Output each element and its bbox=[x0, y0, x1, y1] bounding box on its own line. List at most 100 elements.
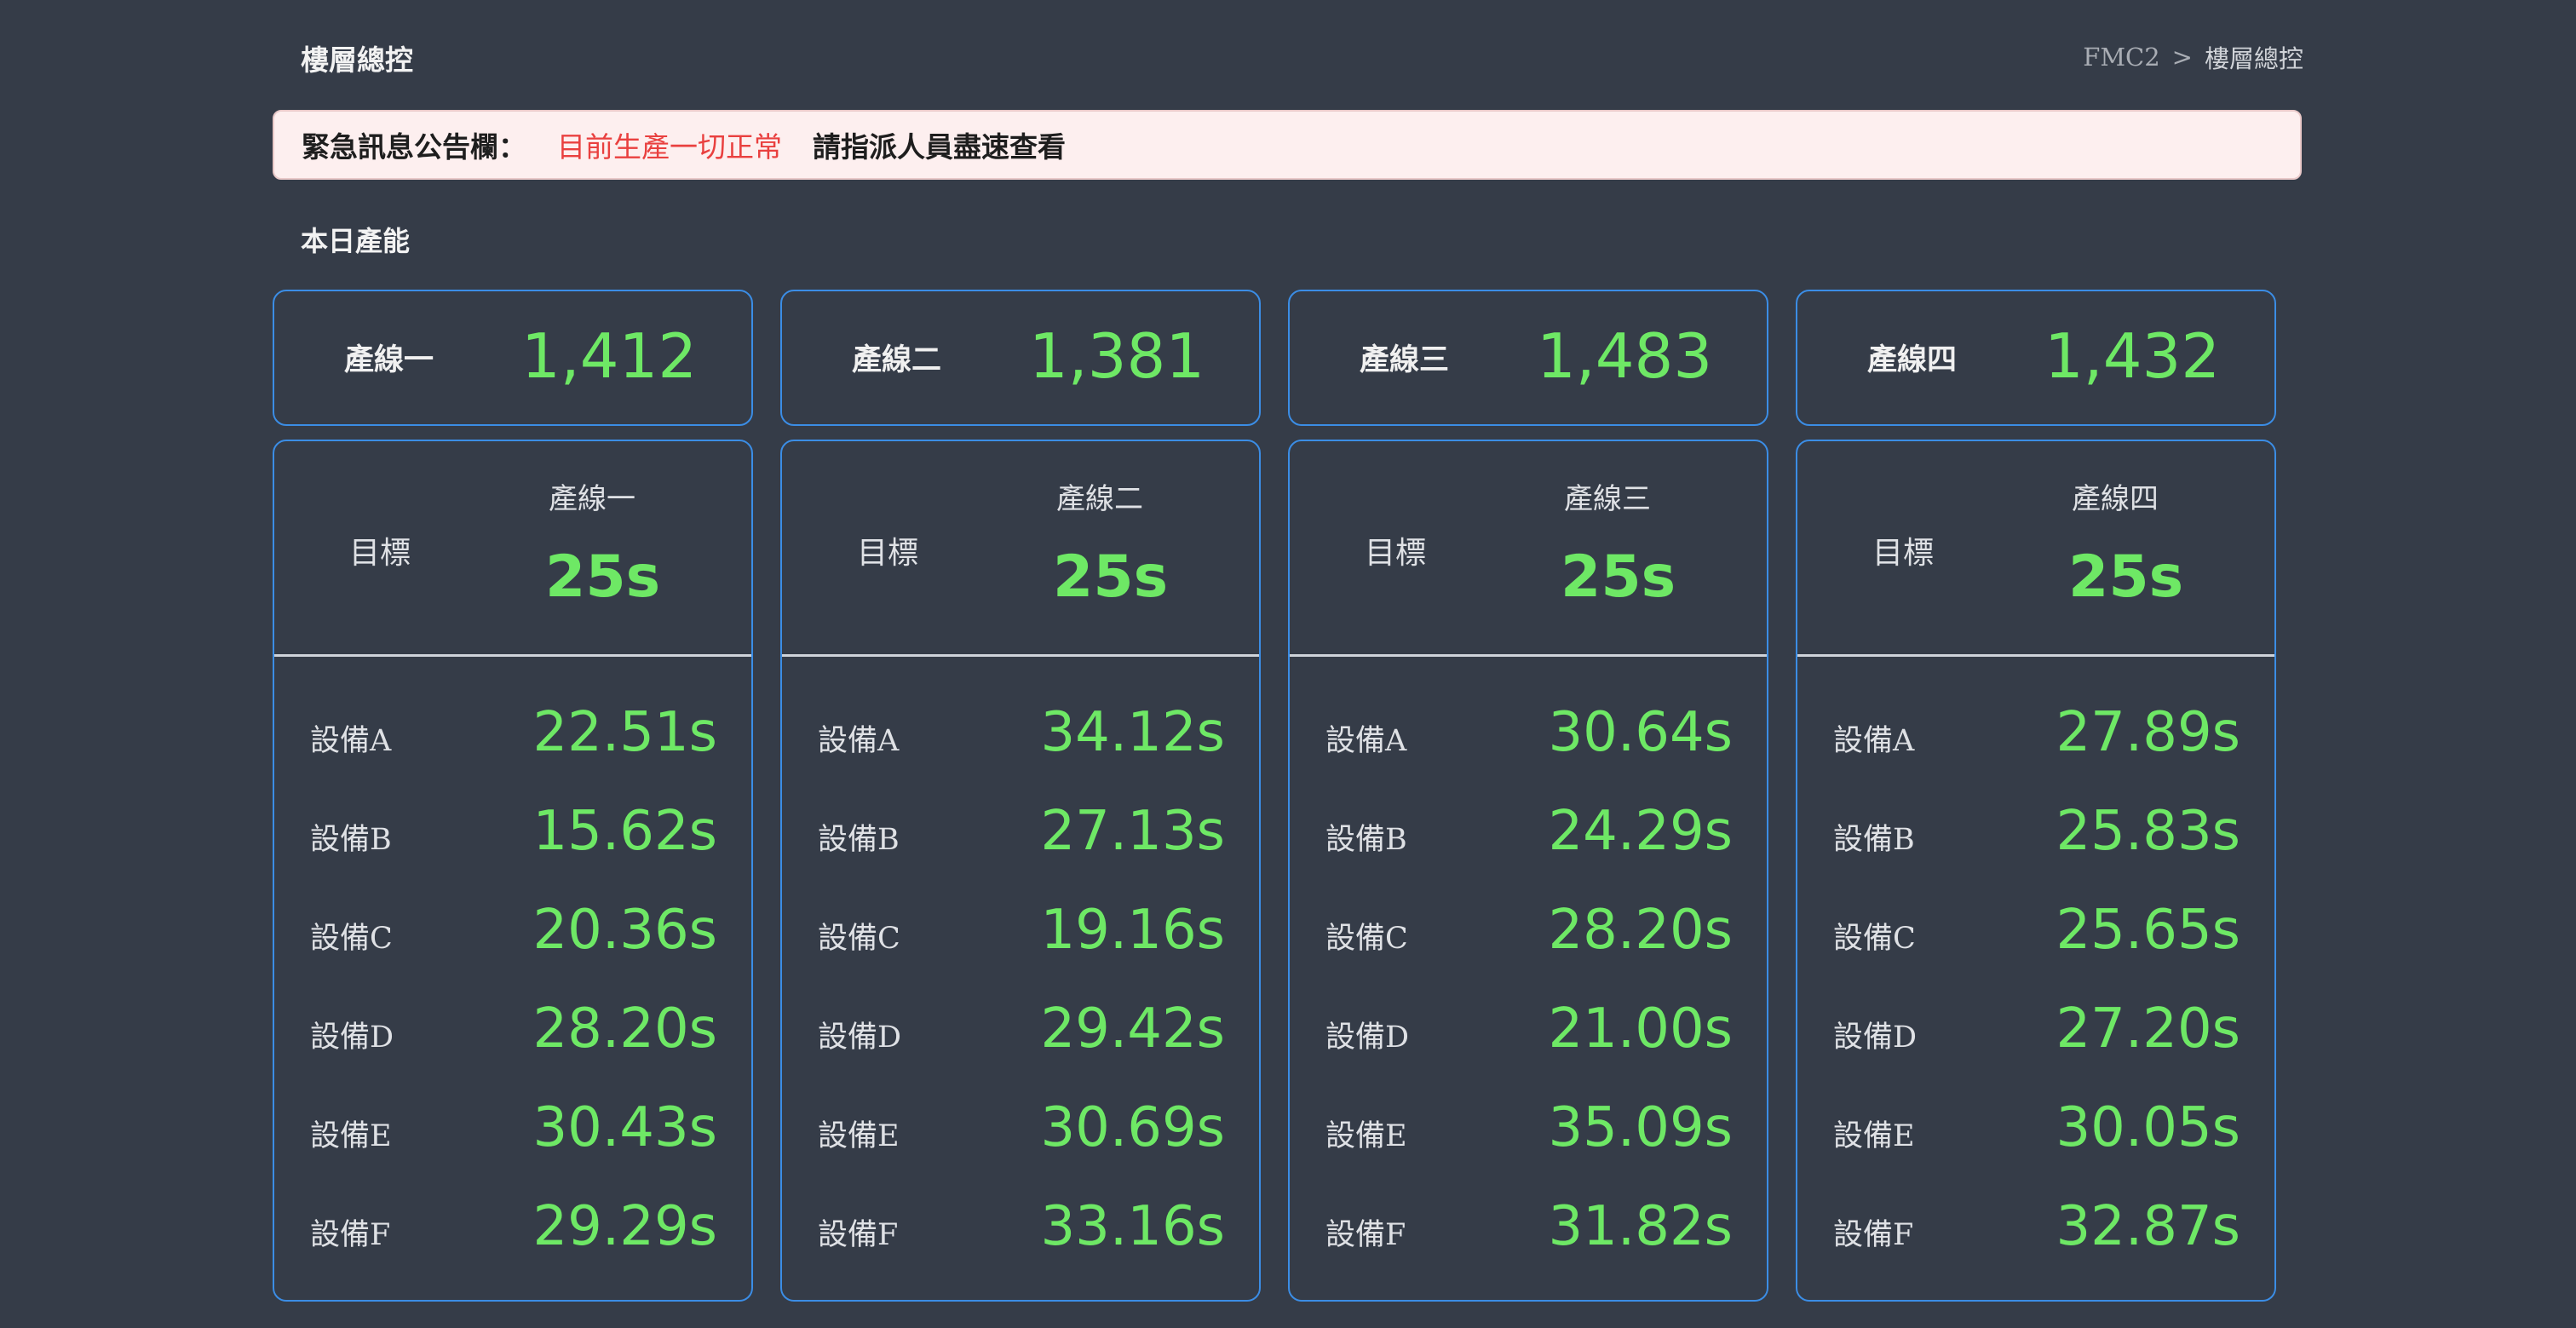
page-title: 樓層總控 bbox=[301, 43, 413, 77]
equipment-cycle-time: 27.13s bbox=[1040, 800, 1225, 863]
target-label: 目標 bbox=[857, 536, 919, 571]
production-count: 1,432 bbox=[2044, 320, 2221, 392]
breadcrumb-separator: > bbox=[2171, 43, 2193, 72]
equipment-name: 設備E bbox=[310, 1119, 392, 1153]
equipment-cycle-time: 15.62s bbox=[532, 800, 717, 863]
equipment-row-b: 設備B 15.62s bbox=[274, 785, 751, 883]
equipment-cycle-time: 31.82s bbox=[1548, 1195, 1733, 1258]
equipment-row-b: 設備B 25.83s bbox=[1797, 785, 2274, 883]
line-name: 產線一 bbox=[549, 482, 635, 516]
equipment-row-a: 設備A 27.89s bbox=[1797, 686, 2274, 785]
equipment-row-f: 設備F 32.87s bbox=[1797, 1180, 2274, 1279]
target-cycle-time: 25s bbox=[1561, 543, 1676, 611]
target-label: 目標 bbox=[1872, 536, 1935, 571]
production-count: 1,412 bbox=[521, 320, 698, 392]
target-cycle-time: 25s bbox=[2068, 543, 2184, 611]
production-card-line-1: 產線一 1,412 bbox=[273, 290, 753, 426]
announcement-bar: 緊急訊息公告欄： 目前生產一切正常 請指派人員盡速查看 bbox=[273, 110, 2302, 180]
line-name: 產線四 bbox=[2072, 482, 2159, 516]
target-label: 目標 bbox=[1365, 536, 1427, 571]
announcement-status: 目前生產一切正常 bbox=[557, 130, 782, 164]
line-detail-header: 目標 產線二 25s bbox=[782, 441, 1259, 657]
target-cycle-time: 25s bbox=[545, 543, 661, 611]
equipment-name: 設備B bbox=[1325, 823, 1407, 857]
production-line-name: 產線一 bbox=[344, 342, 434, 377]
equipment-cycle-time: 33.16s bbox=[1040, 1195, 1225, 1258]
equipment-cycle-time: 25.65s bbox=[2056, 899, 2240, 962]
equipment-row-a: 設備A 30.64s bbox=[1290, 686, 1767, 785]
breadcrumb-item-fmc2[interactable]: FMC2 bbox=[2083, 43, 2159, 72]
equipment-row-d: 設備D 21.00s bbox=[1290, 982, 1767, 1081]
equipment-row-c: 設備C 28.20s bbox=[1290, 883, 1767, 982]
production-card-line-2: 產線二 1,381 bbox=[780, 290, 1261, 426]
line-detail-header: 目標 產線三 25s bbox=[1290, 441, 1767, 657]
equipment-cycle-time: 30.43s bbox=[532, 1096, 717, 1159]
production-card-line-4: 產線四 1,432 bbox=[1796, 290, 2276, 426]
line-detail-card-2: 目標 產線二 25s 設備A 34.12s 設備B 27.13s 設備C 19.16s… bbox=[780, 440, 1261, 1302]
equipment-cycle-time: 28.20s bbox=[1548, 899, 1733, 962]
line-detail-card-3: 目標 產線三 25s 設備A 30.64s 設備B 24.29s 設備C 28.20s… bbox=[1288, 440, 1768, 1302]
production-count: 1,483 bbox=[1537, 320, 1713, 392]
floor-control-page: 樓層總控 FMC2 > 樓層總控 緊急訊息公告欄： 目前生產一切正常 請指派人員… bbox=[0, 0, 2576, 1328]
equipment-cycle-time: 21.00s bbox=[1548, 997, 1733, 1061]
equipment-name: 設備D bbox=[1325, 1020, 1410, 1055]
equipment-name: 設備E bbox=[818, 1119, 900, 1153]
equipment-row-d: 設備D 28.20s bbox=[274, 982, 751, 1081]
equipment-row-c: 設備C 25.65s bbox=[1797, 883, 2274, 982]
equipment-row-e: 設備E 30.69s bbox=[782, 1081, 1259, 1180]
equipment-row-e: 設備E 35.09s bbox=[1290, 1081, 1767, 1180]
equipment-name: 設備A bbox=[310, 724, 392, 758]
equipment-name: 設備F bbox=[310, 1218, 391, 1252]
equipment-name: 設備D bbox=[310, 1020, 394, 1055]
production-line-name: 產線二 bbox=[852, 342, 942, 377]
equipment-name: 設備A bbox=[1833, 724, 1915, 758]
equipment-name: 設備C bbox=[818, 922, 900, 956]
production-line-name: 產線四 bbox=[1867, 342, 1958, 377]
line-detail-header: 目標 產線四 25s bbox=[1797, 441, 2274, 657]
equipment-name: 設備B bbox=[1833, 823, 1915, 857]
equipment-name: 設備C bbox=[1833, 922, 1916, 956]
line-detail-card-1: 目標 產線一 25s 設備A 22.51s 設備B 15.62s 設備C 20.36s… bbox=[273, 440, 753, 1302]
equipment-name: 設備A bbox=[818, 724, 900, 758]
breadcrumb: FMC2 > 樓層總控 bbox=[2083, 39, 2303, 75]
equipment-cycle-time: 30.69s bbox=[1040, 1096, 1225, 1159]
equipment-list: 設備A 34.12s 設備B 27.13s 設備C 19.16s 設備D 29.42s … bbox=[782, 657, 1259, 1279]
target-label: 目標 bbox=[349, 536, 411, 571]
line-detail-header: 目標 產線一 25s bbox=[274, 441, 751, 657]
equipment-cycle-time: 24.29s bbox=[1548, 800, 1733, 863]
equipment-row-f: 設備F 29.29s bbox=[274, 1180, 751, 1279]
equipment-name: 設備B bbox=[310, 823, 392, 857]
equipment-cycle-time: 30.05s bbox=[2056, 1096, 2240, 1159]
equipment-name: 設備E bbox=[1833, 1119, 1915, 1153]
equipment-list: 設備A 30.64s 設備B 24.29s 設備C 28.20s 設備D 21.00s … bbox=[1290, 657, 1767, 1279]
equipment-cycle-time: 22.51s bbox=[532, 701, 717, 764]
equipment-name: 設備A bbox=[1325, 724, 1407, 758]
line-name: 產線二 bbox=[1056, 482, 1143, 516]
equipment-name: 設備D bbox=[818, 1020, 902, 1055]
equipment-row-e: 設備E 30.05s bbox=[1797, 1081, 2274, 1180]
equipment-name: 設備E bbox=[1325, 1119, 1407, 1153]
equipment-row-b: 設備B 27.13s bbox=[782, 785, 1259, 883]
equipment-row-f: 設備F 33.16s bbox=[782, 1180, 1259, 1279]
equipment-row-c: 設備C 19.16s bbox=[782, 883, 1259, 982]
equipment-row-f: 設備F 31.82s bbox=[1290, 1180, 1767, 1279]
target-cycle-time: 25s bbox=[1053, 543, 1169, 611]
line-name: 產線三 bbox=[1564, 482, 1651, 516]
announcement-label: 緊急訊息公告欄： bbox=[302, 130, 526, 164]
breadcrumb-item-current: 樓層總控 bbox=[2204, 44, 2303, 73]
production-line-name: 產線三 bbox=[1360, 342, 1450, 377]
equipment-cycle-time: 34.12s bbox=[1040, 701, 1225, 764]
equipment-list: 設備A 22.51s 設備B 15.62s 設備C 20.36s 設備D 28.20s … bbox=[274, 657, 751, 1279]
equipment-cycle-time: 30.64s bbox=[1548, 701, 1733, 764]
equipment-row-d: 設備D 29.42s bbox=[782, 982, 1259, 1081]
equipment-cycle-time: 25.83s bbox=[2056, 800, 2240, 863]
equipment-cycle-time: 27.20s bbox=[2056, 997, 2240, 1061]
equipment-row-e: 設備E 30.43s bbox=[274, 1081, 751, 1180]
announcement-action: 請指派人員盡速查看 bbox=[813, 130, 1066, 164]
equipment-cycle-time: 27.89s bbox=[2056, 701, 2240, 764]
equipment-row-b: 設備B 24.29s bbox=[1290, 785, 1767, 883]
equipment-cycle-time: 32.87s bbox=[2056, 1195, 2240, 1258]
equipment-name: 設備F bbox=[1833, 1218, 1914, 1252]
equipment-cycle-time: 29.29s bbox=[532, 1195, 717, 1258]
equipment-name: 設備C bbox=[1325, 922, 1408, 956]
